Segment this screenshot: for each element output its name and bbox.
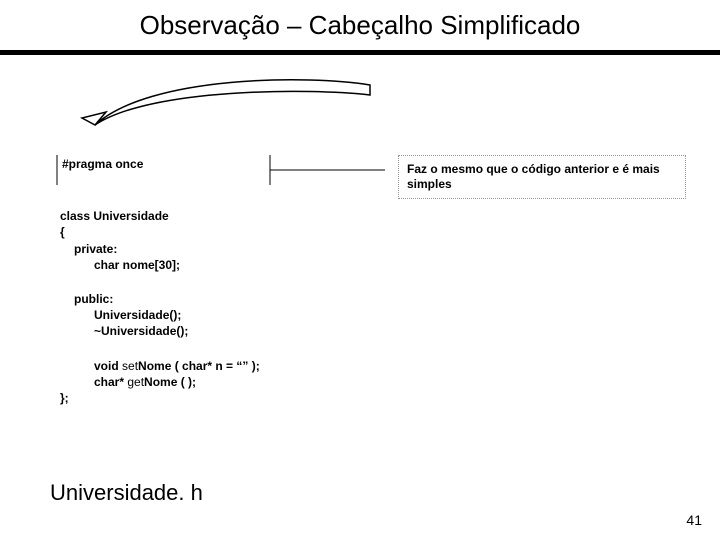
code-close: }; xyxy=(60,390,360,406)
title-underline xyxy=(0,50,720,55)
code-ctor: Universidade(); xyxy=(60,307,360,323)
filename-label: Universidade. h xyxy=(50,480,203,506)
code-private: private: xyxy=(60,241,360,257)
curved-arrow xyxy=(60,70,400,150)
page-number: 41 xyxy=(686,512,702,528)
code-dtor: ~Universidade(); xyxy=(60,323,360,339)
callout-note: Faz o mesmo que o código anterior e é ma… xyxy=(398,155,686,199)
code-pragma: #pragma once xyxy=(60,155,145,172)
slide-title: Observação – Cabeçalho Simplificado xyxy=(0,0,720,41)
code-open-brace: { xyxy=(60,224,360,240)
code-setter: void setNome ( char* n = “” ); xyxy=(60,358,360,374)
slide-root: Observação – Cabeçalho Simplificado #pra… xyxy=(0,0,720,540)
code-getter: char* getNome ( ); xyxy=(60,374,360,390)
code-public: public: xyxy=(60,291,360,307)
code-member: char nome[30]; xyxy=(60,257,360,273)
code-block: #pragma once class Universidade { privat… xyxy=(60,155,360,406)
code-class-decl: class Universidade xyxy=(60,208,360,224)
